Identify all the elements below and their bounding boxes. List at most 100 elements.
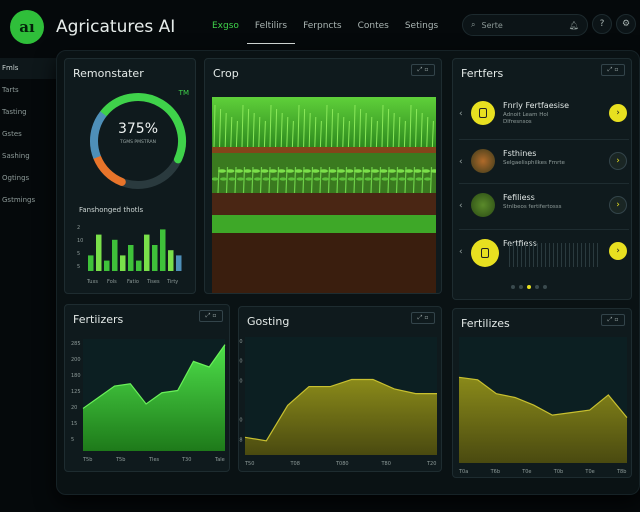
x-tick-label: T30	[181, 457, 191, 463]
nav-item-fertilizers[interactable]: Feltilirs	[246, 21, 296, 44]
y-tick-label: 5	[71, 437, 74, 443]
y-tick-label: 150	[239, 418, 243, 424]
pagination-dots	[511, 285, 547, 289]
bar	[104, 260, 110, 271]
chevron-left-icon[interactable]: ‹	[459, 247, 463, 257]
search-input[interactable]: ⌕ Serte 🔔︎	[462, 14, 588, 36]
plant-leaf	[260, 169, 269, 173]
plant-leaf	[330, 177, 338, 181]
item-subtitle: Stnlbeos fertifertosss	[503, 204, 562, 210]
pagination-dot-active[interactable]	[527, 285, 531, 289]
pagination-dot[interactable]	[543, 285, 547, 289]
bar	[136, 260, 142, 271]
chevron-left-icon[interactable]: ‹	[459, 109, 463, 119]
plant-leaf	[279, 177, 287, 181]
sidebar-item-sashing[interactable]: Sashing	[0, 146, 56, 167]
chevron-right-icon[interactable]: ›	[609, 104, 627, 122]
x-tick-label: T5b	[82, 457, 92, 463]
x-tick-label: T0a	[458, 469, 468, 475]
fertiizers-chart-panel: Fertiizers ⤢ ▫ 285 200 180 125 20 15 5 T5b T5b Tl…	[64, 304, 230, 472]
pagination-dot[interactable]	[519, 285, 523, 289]
plant-leaf	[390, 177, 397, 181]
pagination-dot[interactable]	[511, 285, 515, 289]
bar	[112, 239, 118, 271]
sidebar-item-ogtings[interactable]: Ogtings	[0, 168, 56, 189]
gauge-fill-blue	[90, 111, 107, 159]
y-tick-label: 5	[77, 264, 80, 270]
plant-leaf	[337, 169, 345, 173]
nav-item-contacts[interactable]: Contes	[350, 21, 397, 44]
list-item[interactable]: ‹ Fnrly Fertfaesise Adnoit Leam Hol Dlfr…	[459, 97, 629, 135]
plant-leaf	[243, 169, 252, 173]
expand-button[interactable]: ⤢ ▫	[411, 64, 435, 76]
x-tick-label: Tuxs	[86, 279, 98, 285]
bar	[88, 255, 94, 271]
chevron-right-icon[interactable]: ›	[609, 152, 627, 170]
gauge-subtitle: TGMS PMSTRAN	[120, 140, 156, 145]
y-tick-label: 285	[71, 341, 81, 347]
y-tick-label: 120	[239, 378, 243, 384]
divider	[459, 183, 629, 184]
item-title: Fsthines	[503, 149, 537, 158]
plant-leaf	[254, 177, 261, 181]
x-tick-label: T0e	[584, 469, 594, 475]
sidebar-item-gstes[interactable]: Gstes	[0, 124, 56, 145]
panel-title: Fertfers	[461, 67, 504, 80]
help-icon[interactable]: ?	[592, 14, 612, 34]
expand-button[interactable]: ⤢ ▫	[601, 64, 625, 76]
y-tick-label: 180	[71, 373, 81, 379]
bell-icon[interactable]: 🔔︎	[569, 21, 579, 30]
plant-leaf	[405, 169, 413, 173]
plant-leaf	[271, 177, 278, 181]
plant-leaf	[388, 169, 396, 173]
plant-leaf	[347, 177, 355, 181]
sidebar-item-fields[interactable]: Fmls	[0, 58, 56, 79]
x-tick-label: Fols	[107, 279, 117, 285]
settings-icon[interactable]: ⚙	[616, 14, 636, 34]
chevron-left-icon[interactable]: ‹	[459, 201, 463, 211]
list-item[interactable]: ‹ Fsthines Selgaelisphilkes Fmrte ›	[459, 145, 629, 183]
x-tick-label: Tises	[146, 279, 160, 285]
list-item[interactable]: ‹ Fertfiess ›	[459, 235, 629, 273]
chevron-right-icon[interactable]: ›	[609, 242, 627, 260]
plant-leaf	[322, 177, 329, 181]
plant-leaf	[296, 177, 304, 181]
plant-leaf	[277, 169, 286, 173]
list-item[interactable]: ‹ Fefiliess Stnlbeos fertifertosss ›	[459, 189, 629, 227]
nav-item-explore[interactable]: Exgso	[204, 21, 247, 44]
app-logo[interactable]: aı	[10, 10, 44, 44]
fertilizer-bag-icon	[471, 239, 499, 267]
nav-item-reports[interactable]: Ferpncts	[295, 21, 350, 44]
bar	[176, 255, 182, 271]
x-tick-label: Fatio	[127, 279, 139, 285]
x-tick-label: T0e	[521, 469, 531, 475]
chevron-right-icon[interactable]: ›	[609, 196, 627, 214]
search-placeholder: Serte	[481, 20, 503, 30]
gauge-fill-orange	[93, 153, 126, 186]
plant-leaf	[398, 177, 406, 181]
plant-leaf	[286, 169, 294, 173]
chevron-left-icon[interactable]: ‹	[459, 157, 463, 167]
plant-leaf	[339, 177, 346, 181]
x-tick-label: Tirty	[166, 279, 178, 285]
y-tick-label: 2	[77, 225, 80, 231]
plant-leaf	[303, 169, 311, 173]
sidebar-item-gstmings[interactable]: Gstmings	[0, 190, 56, 211]
nav-item-settings[interactable]: Setings	[397, 21, 446, 44]
x-tick-label: T6b	[490, 469, 500, 475]
x-tick-label: T0b	[553, 469, 563, 475]
plant-leaf	[413, 169, 422, 173]
plant-leaf	[364, 177, 372, 181]
y-tick-label: 5	[77, 251, 80, 257]
gosting-chart-panel: Gosting ⤢ ▫ 80020012050150128T50T08T080T…	[238, 306, 442, 472]
sidebar-item-tasting[interactable]: Tasting	[0, 102, 56, 123]
plant-thumbnail	[471, 149, 495, 173]
sidebar-item-tarts[interactable]: Tarts	[0, 80, 56, 101]
pagination-dot[interactable]	[535, 285, 539, 289]
plant-leaf	[294, 169, 303, 173]
plant-leaf	[373, 177, 380, 181]
plant-leaf	[269, 169, 277, 173]
x-tick-label: T80	[381, 461, 391, 467]
plant-leaf	[328, 169, 337, 173]
plant-leaf	[424, 177, 431, 181]
